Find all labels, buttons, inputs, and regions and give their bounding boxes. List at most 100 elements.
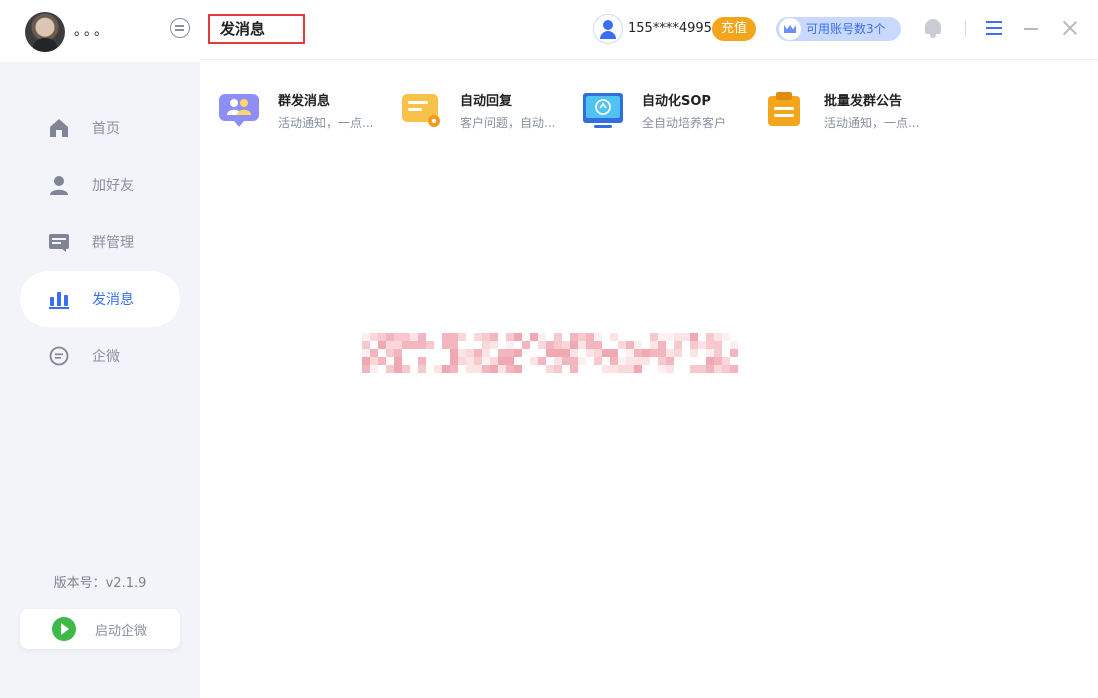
feature-group-send[interactable]: 群发消息 活动通知，一点...	[218, 88, 400, 132]
top-bar: 发消息 155****4995 充值 可用账号数3个	[200, 0, 1098, 60]
redaction-pixel	[570, 349, 578, 357]
sidebar-item-wecom[interactable]: 企微	[20, 328, 180, 384]
redaction-pixel	[706, 357, 714, 365]
sidebar-nav: 首页 加好友 群管理 发消息 企微	[0, 100, 200, 385]
redaction-pixel	[586, 333, 594, 341]
redaction-pixel	[658, 341, 666, 349]
redaction-pixel	[386, 365, 394, 373]
redaction-pixel	[490, 333, 498, 341]
redaction-pixel	[642, 357, 650, 365]
available-accounts-label: 可用账号数3个	[806, 22, 886, 36]
redaction-pixel	[674, 341, 682, 349]
feature-auto-sop[interactable]: 自动化SOP 全自动培养客户	[582, 88, 764, 132]
redaction-pixel	[506, 357, 514, 365]
auto-reply-icon	[400, 90, 442, 130]
redaction-pixel	[714, 333, 722, 341]
sidebar-item-send-message[interactable]: 发消息	[20, 271, 180, 327]
feature-title: 自动化SOP	[642, 94, 711, 109]
redaction-pixel	[498, 349, 506, 357]
redaction-pixel	[602, 365, 610, 373]
available-accounts-badge[interactable]: 可用账号数3个	[776, 17, 901, 41]
start-wecom-label: 启动企微	[95, 623, 148, 639]
redaction-pixel	[594, 341, 602, 349]
redaction-pixel	[506, 341, 514, 349]
redaction-pixel	[474, 365, 482, 373]
redaction-pixel	[386, 341, 394, 349]
redaction-pixel	[730, 349, 738, 357]
menu-icon[interactable]	[986, 20, 1002, 36]
redaction-pixel	[634, 365, 642, 373]
redaction-pixel	[554, 349, 562, 357]
bell-icon[interactable]	[924, 18, 942, 38]
redaction-pixel	[562, 349, 570, 357]
redaction-pixel	[418, 365, 426, 373]
redaction-pixel	[626, 349, 634, 357]
redaction-pixel	[634, 349, 642, 357]
sidebar-item-home[interactable]: 首页	[20, 100, 180, 156]
redaction-pixel	[482, 333, 490, 341]
version-label: 版本号：v2.1.9	[53, 576, 147, 591]
redaction-pixel	[498, 357, 506, 365]
redaction-pixel	[482, 365, 490, 373]
collapse-sidebar-icon[interactable]	[170, 18, 190, 38]
sidebar-item-label: 首页	[92, 121, 120, 137]
redaction-pixel	[418, 357, 426, 365]
redaction-pixel	[618, 341, 626, 349]
start-wecom-button[interactable]: 启动企微	[20, 609, 180, 649]
redaction-pixel	[546, 365, 554, 373]
redaction-pixel	[410, 333, 418, 341]
redaction-pixel	[698, 341, 706, 349]
redaction-pixel	[706, 341, 714, 349]
redaction-pixel	[570, 341, 578, 349]
redaction-pixel	[522, 341, 530, 349]
redaction-pixel	[602, 349, 610, 357]
redaction-pixel	[722, 333, 730, 341]
sidebar-item-label: 发消息	[92, 292, 134, 308]
redaction-pixel	[578, 341, 586, 349]
redaction-pixel	[450, 357, 458, 365]
sidebar-item-group-manage[interactable]: 群管理	[20, 214, 180, 270]
redaction-pixel	[362, 365, 370, 373]
sidebar-item-add-friend[interactable]: 加好友	[20, 157, 180, 213]
redaction-pixel	[466, 357, 474, 365]
feature-desc: 活动通知，一点...	[278, 116, 374, 130]
redaction-pixel	[706, 333, 714, 341]
redaction-pixel	[530, 333, 538, 341]
redaction-pixel	[610, 333, 618, 341]
redaction-pixel	[466, 365, 474, 373]
redaction-pixel	[554, 365, 562, 373]
redaction-pixel	[714, 357, 722, 365]
redaction-pixel	[434, 365, 442, 373]
feature-title: 群发消息	[278, 94, 331, 109]
redaction-pixel	[474, 333, 482, 341]
redaction-pixel	[514, 333, 522, 341]
redaction-pixel	[514, 349, 522, 357]
redaction-pixel	[658, 357, 666, 365]
redaction-pixel	[554, 341, 562, 349]
feature-desc: 活动通知，一点...	[824, 116, 920, 130]
redaction-pixel	[362, 349, 370, 357]
redaction-pixel	[458, 333, 466, 341]
sidebar: 。。。 首页 加好友 群管理 发消息 企微 版本号：v2.1.9 启动企微	[0, 0, 200, 698]
redaction-pixel	[442, 365, 450, 373]
redaction-pixel	[394, 349, 402, 357]
minimize-icon[interactable]	[1024, 28, 1038, 30]
close-icon[interactable]	[1062, 20, 1078, 36]
redaction-pixel	[634, 357, 642, 365]
redaction-pixel	[370, 365, 378, 373]
recharge-button[interactable]: 充值	[712, 17, 756, 41]
feature-auto-reply[interactable]: 自动回复 客户问题，自动...	[400, 88, 582, 132]
sop-monitor-icon	[582, 90, 624, 130]
avatar[interactable]	[25, 12, 65, 52]
redaction-pixel	[658, 349, 666, 357]
redaction-pixel	[466, 349, 474, 357]
redaction-pixel	[450, 333, 458, 341]
redaction-pixel	[674, 349, 682, 357]
user-avatar-icon[interactable]	[593, 14, 623, 44]
feature-batch-announcement[interactable]: 批量发群公告 活动通知，一点...	[764, 88, 946, 132]
redaction-pixel	[418, 341, 426, 349]
chat-bubble-icon	[48, 345, 70, 367]
announcement-icon	[764, 90, 806, 130]
play-icon	[52, 617, 76, 641]
redaction-pixel	[378, 333, 386, 341]
